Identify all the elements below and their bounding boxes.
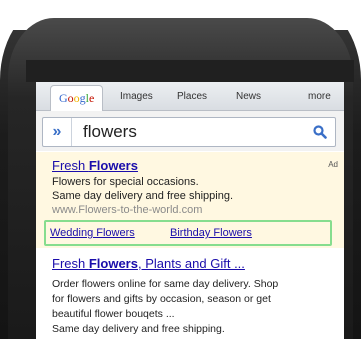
result-snippet-line-1: Order flowers online for same day delive…: [52, 278, 279, 290]
ad-description-line-2: Same day delivery and free shipping.: [52, 190, 233, 202]
search-bar: »: [36, 111, 344, 151]
google-logo: Google: [59, 91, 95, 105]
search-tabs: Google Images Places News more: [36, 82, 344, 111]
result-snippet-line-4: Same day delivery and free shipping.: [52, 323, 225, 335]
result-snippet-line-2: for flowers and gifts by occasion, seaso…: [52, 293, 271, 305]
search-box: »: [42, 117, 336, 147]
tab-web[interactable]: Google: [50, 85, 104, 111]
result-snippet-line-3: beautiful flower bouqets ...: [52, 308, 175, 320]
ad-display-url: www.Flowers-to-the-world.com: [52, 204, 203, 216]
sitelinks-highlight: Wedding Flowers Birthday Flowers: [44, 220, 332, 246]
sitelink-wedding-flowers[interactable]: Wedding Flowers: [50, 227, 135, 239]
ad-label: Ad: [328, 160, 338, 169]
search-button[interactable]: [305, 118, 335, 146]
search-input[interactable]: [83, 122, 283, 142]
screen-top-edge: [26, 60, 354, 82]
sitelink-birthday-flowers[interactable]: Birthday Flowers: [170, 227, 252, 239]
ad-title-link[interactable]: Fresh Flowers: [52, 158, 138, 173]
ad-description-line-1: Flowers for special occasions.: [52, 176, 199, 188]
ad-block: Fresh Flowers Ad Flowers for special occ…: [36, 152, 344, 248]
tab-places[interactable]: Places: [177, 91, 207, 102]
browser-screen: Google Images Places News more » Fresh F…: [36, 82, 344, 339]
tab-news[interactable]: News: [236, 91, 261, 102]
search-icon: [313, 125, 327, 139]
tab-images[interactable]: Images: [120, 91, 153, 102]
result-title-link[interactable]: Fresh Flowers, Plants and Gift ...: [52, 256, 245, 271]
expand-chevron-icon[interactable]: »: [43, 118, 72, 146]
tab-more[interactable]: more: [308, 91, 331, 102]
